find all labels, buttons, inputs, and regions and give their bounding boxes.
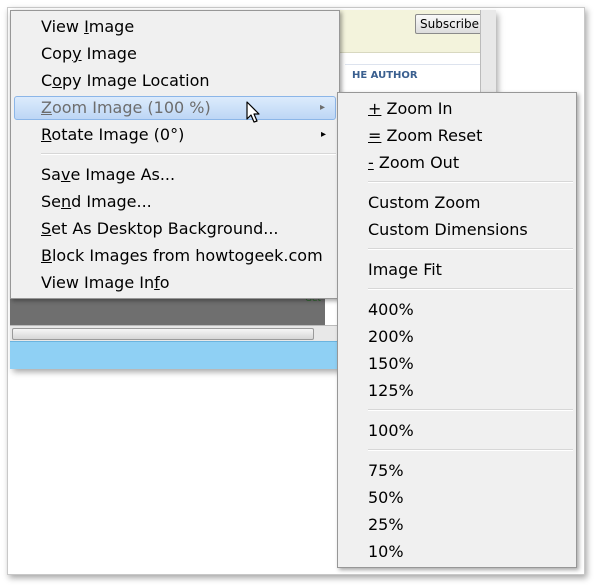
submenu-item-zoom-in[interactable]: + Zoom In bbox=[341, 97, 573, 121]
chevron-right-icon: ▸ bbox=[320, 129, 326, 140]
menu-separator bbox=[368, 409, 573, 411]
chevron-right-icon: ▸ bbox=[319, 102, 325, 113]
menu-separator bbox=[41, 153, 336, 155]
menu-separator bbox=[368, 181, 573, 183]
menu-item-block-images[interactable]: Block Images from howtogeek.com bbox=[14, 244, 336, 268]
submenu-item-50[interactable]: 50% bbox=[341, 486, 573, 510]
submenu-item-zoom-out[interactable]: - Zoom Out bbox=[341, 151, 573, 175]
scrollbar-thumb[interactable] bbox=[12, 328, 314, 340]
status-bar bbox=[10, 341, 340, 369]
arrow-pointer-icon bbox=[246, 101, 260, 123]
menu-item-zoom-image[interactable]: Zoom Image (100 %) ▸ bbox=[14, 96, 336, 120]
menu-item-set-desktop-background[interactable]: Set As Desktop Background... bbox=[14, 217, 336, 241]
menu-item-view-image-info[interactable]: View Image Info bbox=[14, 271, 336, 295]
submenu-item-10[interactable]: 10% bbox=[341, 540, 573, 564]
menu-separator bbox=[368, 449, 573, 451]
submenu-item-75[interactable]: 75% bbox=[341, 459, 573, 483]
submenu-item-custom-dimensions[interactable]: Custom Dimensions bbox=[341, 218, 573, 242]
submenu-item-25[interactable]: 25% bbox=[341, 513, 573, 537]
submenu-item-custom-zoom[interactable]: Custom Zoom bbox=[341, 191, 573, 215]
menu-item-view-image[interactable]: View Image bbox=[14, 15, 336, 39]
menu-item-rotate-image[interactable]: Rotate Image (0°) ▸ bbox=[14, 123, 336, 147]
author-heading: HE AUTHOR bbox=[352, 70, 418, 81]
submenu-item-150[interactable]: 150% bbox=[341, 352, 573, 376]
page-header-strip: Subscribe bbox=[325, 10, 495, 53]
menu-item-copy-image[interactable]: Copy Image bbox=[14, 42, 336, 66]
submenu-item-image-fit[interactable]: Image Fit bbox=[341, 258, 573, 282]
menu-item-send-image[interactable]: Send Image... bbox=[14, 190, 336, 214]
menu-separator bbox=[368, 248, 573, 250]
submenu-item-zoom-reset[interactable]: = Zoom Reset bbox=[341, 124, 573, 148]
menu-item-save-image-as[interactable]: Save Image As... bbox=[14, 163, 336, 187]
divider bbox=[345, 64, 480, 65]
submenu-item-100[interactable]: 100% bbox=[341, 419, 573, 443]
submenu-item-200[interactable]: 200% bbox=[341, 325, 573, 349]
submenu-item-125[interactable]: 125% bbox=[341, 379, 573, 403]
zoom-submenu: + Zoom In = Zoom Reset - Zoom Out Custom… bbox=[337, 92, 577, 568]
menu-separator bbox=[368, 288, 573, 290]
submenu-item-400[interactable]: 400% bbox=[341, 298, 573, 322]
menu-item-copy-image-location[interactable]: Copy Image Location bbox=[14, 69, 336, 93]
context-menu: View Image Copy Image Copy Image Locatio… bbox=[10, 10, 340, 299]
